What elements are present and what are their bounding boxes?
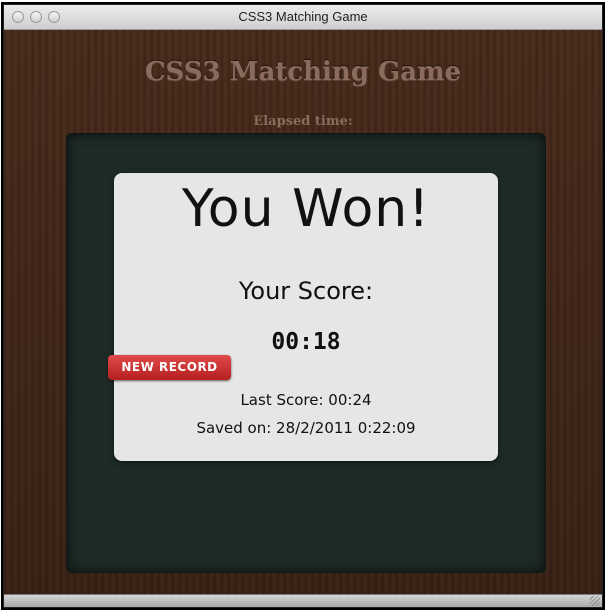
score-value: 00:18 xyxy=(271,329,341,355)
win-dialog: You Won! Your Score: 00:18 Last Score: 0… xyxy=(114,173,498,461)
elapsed-time-label: Elapsed time: xyxy=(253,114,353,129)
status-bar xyxy=(4,594,602,607)
window-title: CSS3 Matching Game xyxy=(238,9,368,24)
game-title: CSS3 Matching Game xyxy=(144,57,462,87)
score-label: Your Score: xyxy=(238,277,374,305)
win-headline: You Won! xyxy=(181,179,431,239)
game-page: CSS3 Matching Game Elapsed time: You Won… xyxy=(4,30,602,595)
title-bar[interactable]: CSS3 Matching Game xyxy=(4,5,602,30)
last-score: Last Score: 00:24 xyxy=(240,391,372,409)
resize-grip-icon[interactable] xyxy=(590,596,600,606)
app-window: CSS3 Matching Game CSS3 Matching Game El… xyxy=(3,4,603,608)
saved-on: Saved on: 28/2/2011 0:22:09 xyxy=(196,419,416,437)
new-record-badge: NEW RECORD xyxy=(108,355,231,380)
